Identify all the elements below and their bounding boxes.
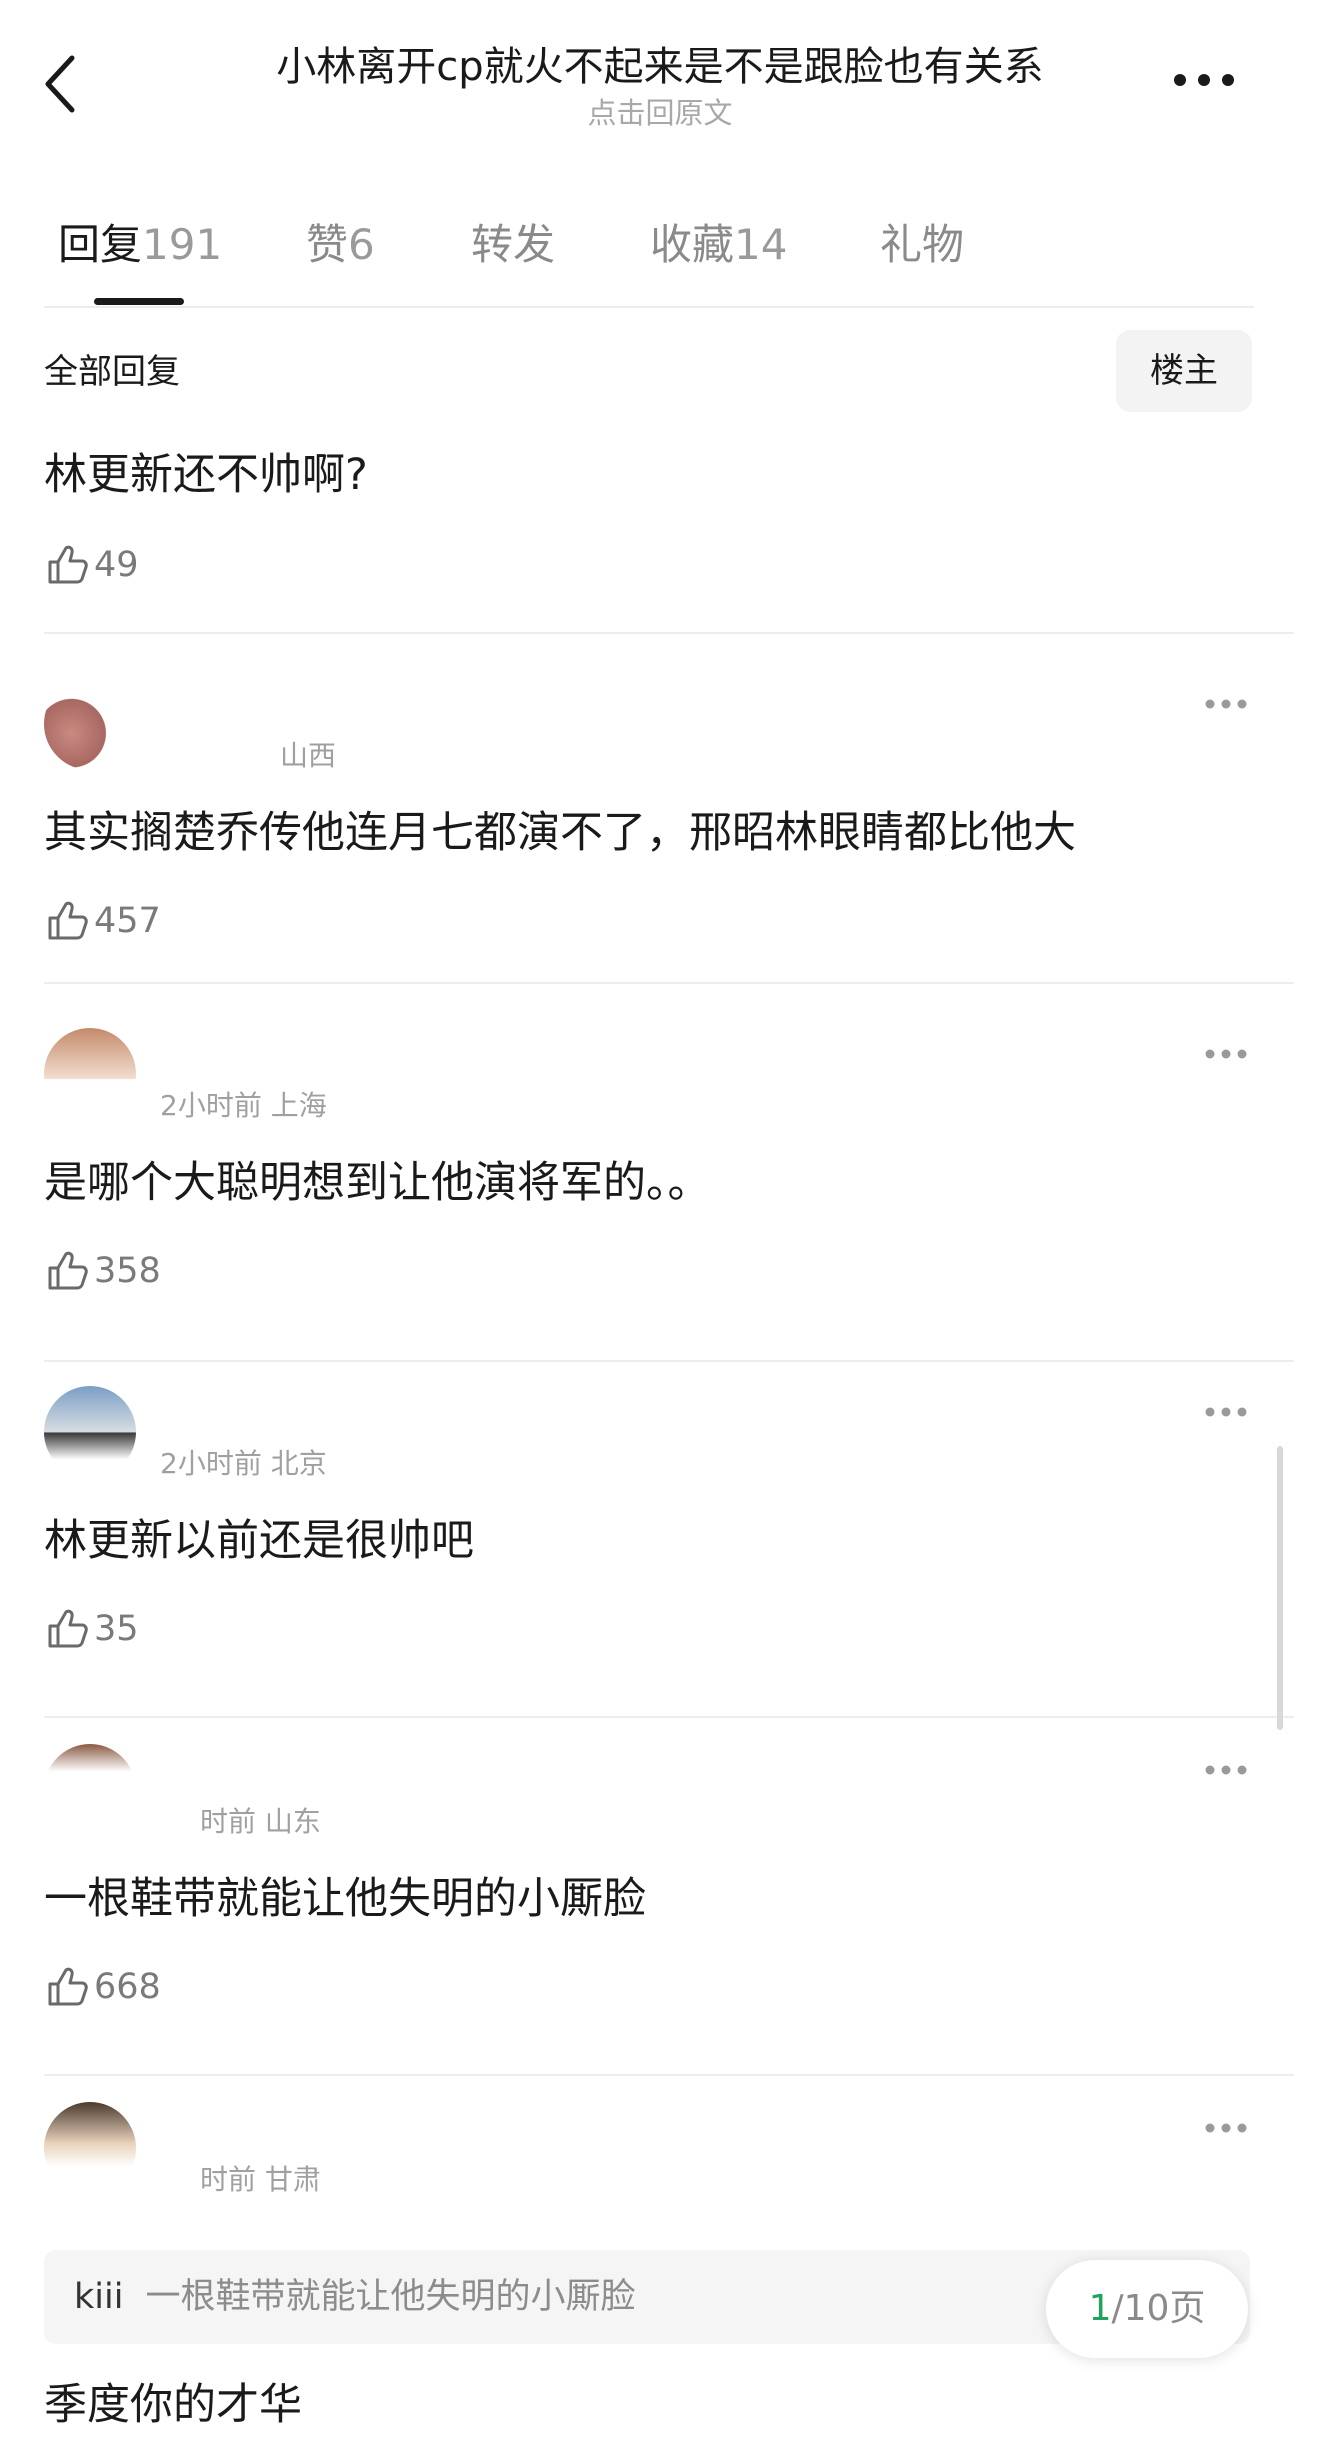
page-title: 小林离开cp就火不起来是不是跟脸也有关系	[276, 44, 1044, 90]
comment-meta: 时前 山东	[200, 1805, 321, 1838]
tab-label: 收藏	[650, 220, 735, 269]
comment-more-button[interactable]	[1204, 696, 1248, 710]
thumbs-up-icon	[48, 545, 88, 584]
divider	[44, 2074, 1294, 2076]
quoted-author: kiii	[74, 2277, 124, 2317]
active-tab-indicator	[94, 298, 184, 305]
comment-text: 林更新以前还是很帅吧	[44, 1516, 474, 1566]
divider	[44, 982, 1294, 984]
comment-meta: 时前 甘肃	[200, 2163, 321, 2196]
avatar[interactable]	[44, 678, 136, 770]
more-horizontal-icon	[1205, 699, 1247, 709]
thumbs-up-icon	[48, 1967, 88, 2006]
more-horizontal-icon	[1205, 1407, 1247, 1417]
thumbs-up-icon	[48, 1251, 88, 1290]
quoted-text: 一根鞋带就能让他失明的小厮脸	[145, 2277, 636, 2317]
tab-bar: 回复191 赞6 转发 收藏14 礼物	[0, 210, 1319, 310]
like-button[interactable]: 35	[44, 1604, 139, 1654]
chevron-left-icon	[45, 55, 75, 113]
divider	[44, 1716, 1294, 1718]
like-button[interactable]: 49	[44, 540, 139, 590]
comment-meta: 2小时前 上海	[160, 1089, 327, 1122]
tab-likes[interactable]: 赞6	[306, 210, 375, 280]
like-button[interactable]: 457	[44, 896, 161, 946]
tab-replies[interactable]: 回复191	[58, 210, 222, 280]
more-horizontal-icon	[1174, 74, 1234, 86]
comment-meta: 2小时前 北京	[160, 1447, 327, 1480]
tab-count: 6	[348, 220, 375, 269]
thumbs-up-icon	[48, 901, 88, 940]
top-bar: 小林离开cp就火不起来是不是跟脸也有关系 点击回原文	[0, 0, 1319, 170]
divider	[44, 1360, 1294, 1362]
comment-text: 季度你的才华	[44, 2380, 302, 2430]
avatar[interactable]	[44, 1028, 136, 1120]
tab-label: 转发	[471, 220, 556, 269]
tab-label: 赞	[306, 220, 349, 269]
comment-text: 其实搁楚乔传他连月七都演不了，邢昭林眼睛都比他大	[44, 808, 1076, 858]
like-count: 668	[94, 1967, 161, 2007]
all-replies-label: 全部回复	[44, 352, 180, 392]
like-count: 358	[94, 1251, 161, 1291]
current-page: 1	[1088, 2288, 1112, 2329]
total-pages: /10页	[1111, 2288, 1206, 2329]
more-horizontal-icon	[1205, 2123, 1247, 2133]
like-count: 457	[94, 901, 161, 941]
comment-more-button[interactable]	[1204, 1046, 1248, 1060]
like-count: 49	[94, 545, 139, 585]
tab-gifts[interactable]: 礼物	[880, 210, 964, 280]
comment-meta: 山西	[280, 739, 337, 772]
like-count: 35	[94, 1609, 139, 1649]
comment-more-button[interactable]	[1204, 1404, 1248, 1418]
tab-count: 14	[734, 220, 788, 269]
more-horizontal-icon	[1205, 1049, 1247, 1059]
more-horizontal-icon	[1205, 1765, 1247, 1775]
back-button[interactable]	[38, 48, 94, 120]
divider	[44, 306, 1254, 308]
comment-text: 是哪个大聪明想到让他演将军的。。	[44, 1158, 711, 1208]
tab-favorites[interactable]: 收藏14	[650, 210, 787, 280]
avatar[interactable]	[44, 2102, 136, 2194]
tab-count: 191	[142, 220, 223, 269]
tab-label: 礼物	[880, 220, 965, 269]
thumbs-up-icon	[48, 1609, 88, 1648]
comment-text: 一根鞋带就能让他失明的小厮脸	[44, 1874, 646, 1924]
tab-label: 回复	[58, 220, 143, 269]
pagination-button[interactable]: 1/10页	[1046, 2260, 1248, 2358]
more-options-button[interactable]	[1172, 68, 1236, 92]
title-block: 小林离开cp就火不起来是不是跟脸也有关系 点击回原文	[160, 42, 1160, 132]
tab-reposts[interactable]: 转发	[471, 210, 555, 280]
comment-text: 林更新还不帅啊?	[44, 450, 368, 500]
comment-more-button[interactable]	[1204, 2120, 1248, 2134]
avatar[interactable]	[44, 1386, 136, 1478]
owner-only-button[interactable]: 楼主	[1116, 330, 1252, 412]
comment-more-button[interactable]	[1204, 1762, 1248, 1776]
like-button[interactable]: 358	[44, 1246, 161, 1296]
divider	[44, 632, 1294, 634]
like-button[interactable]: 668	[44, 1962, 161, 2012]
view-original-link[interactable]: 点击回原文	[160, 94, 1160, 132]
avatar[interactable]	[44, 1744, 136, 1836]
scrollbar[interactable]	[1277, 1446, 1283, 1730]
